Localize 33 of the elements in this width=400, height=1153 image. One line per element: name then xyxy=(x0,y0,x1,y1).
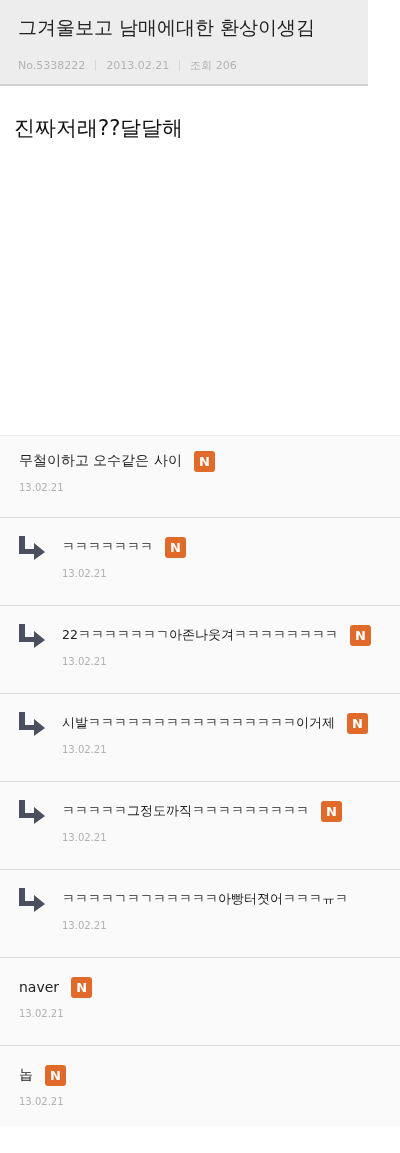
post-meta: No.5338222 xyxy=(18,59,86,72)
reply-arrow-icon xyxy=(19,712,45,736)
post-body: 진짜저래??달달해 xyxy=(13,115,185,142)
new-badge: N xyxy=(349,624,371,646)
post-title: 그겨울보고 남매에대한 환상이생김 xyxy=(18,15,317,40)
reply-arrow-icon xyxy=(19,888,45,912)
comment-date: 13.02.21 xyxy=(62,656,108,667)
reply-arrow-icon xyxy=(19,800,45,824)
comment-text: naver xyxy=(19,979,60,995)
comment-text: ㅋㅋㅋㅋㅋ그정도까직ㅋㅋㅋㅋㅋㅋㅋㅋㅋ xyxy=(62,802,309,820)
post-meta: 조회 206 xyxy=(190,58,237,73)
new-badge: N xyxy=(45,1064,66,1086)
new-badge: N xyxy=(193,450,215,472)
comment-text: 22ㅋㅋㅋㅋㅋㅋㄱ아존나웃겨ㅋㅋㅋㅋㅋㅋㅋㅋ xyxy=(62,626,338,644)
reply-arrow-icon xyxy=(19,536,45,560)
comment-text: ㅋㅋㅋㅋㅋㅋㅋ xyxy=(62,538,153,556)
comment-text: ㅋㅋㅋㅋㄱㅋㄱㅋㅋㅋㅋㅋ아빵터졋어ㅋㅋㅋㅠㅋ xyxy=(62,890,348,908)
comment-text: 놉 xyxy=(19,1066,33,1084)
comment-date: 13.02.21 xyxy=(62,744,108,755)
comment-date: 13.02.21 xyxy=(62,832,108,843)
comment-date: 13.02.21 xyxy=(62,920,108,931)
comment-date: 13.02.21 xyxy=(19,1096,65,1107)
new-badge: N xyxy=(321,800,342,822)
comment-date: 13.02.21 xyxy=(19,482,65,493)
post-meta: 2013.02.21 xyxy=(106,59,170,72)
comment-text: 시발ㅋㅋㅋㅋㅋㅋㅋㅋㅋㅋㅋㅋㅋㅋㅋㅋ이거제 xyxy=(62,714,335,732)
comment-text: 무철이하고 오수같은 사이 xyxy=(19,452,182,470)
new-badge: N xyxy=(71,976,93,998)
comment-date: 13.02.21 xyxy=(19,1008,65,1019)
new-badge: N xyxy=(165,536,186,558)
comment-date: 13.02.21 xyxy=(62,568,108,579)
reply-arrow-icon xyxy=(19,624,45,648)
new-badge: N xyxy=(347,712,368,734)
